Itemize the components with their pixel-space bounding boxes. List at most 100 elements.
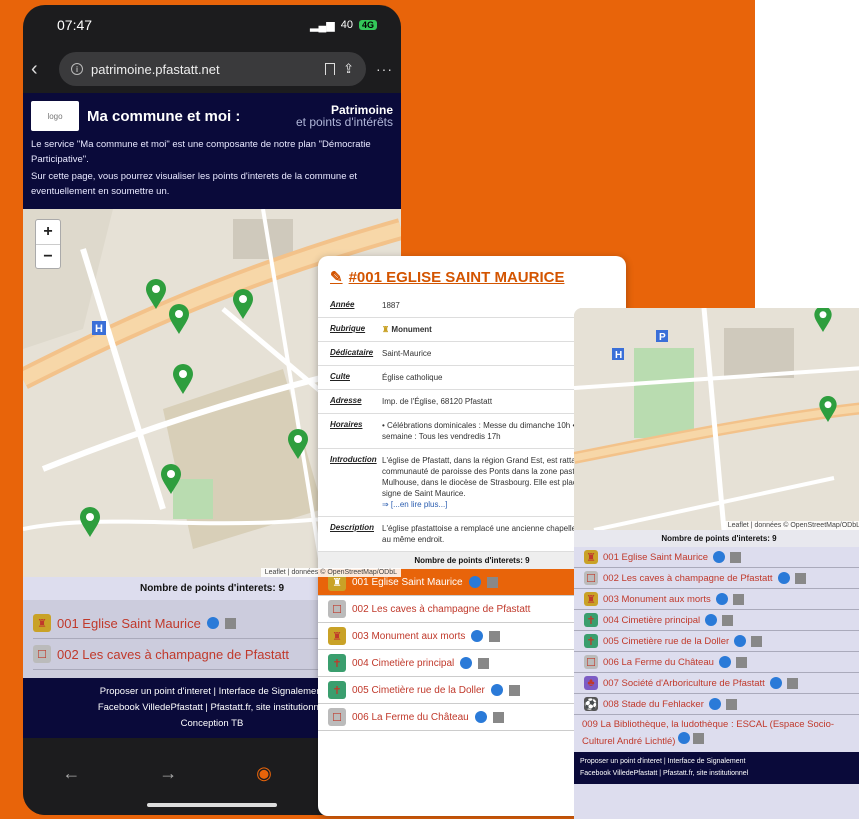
map-attribution[interactable]: Leaflet | données © OpenStreetMap/ODbL [723,521,859,530]
monument-icon: ♜ [33,614,51,632]
site-info-icon[interactable]: i [71,63,83,75]
list-screenshot: P H Leaflet | données © OpenStreetMap/OD… [574,308,859,819]
list-item-label: 001 Eglise Saint Maurice [603,551,709,563]
list-item-label: 004 Cimetière principal [352,657,455,669]
stadium-icon: ⚽ [584,697,598,711]
browser-home-logo-icon[interactable]: ◉ [256,763,272,784]
footer-line-1[interactable]: Proposer un point d'interet | Interface … [580,756,858,768]
tree-icon: ♣ [584,676,598,690]
list-item-label: 009 La Bibliothèque, la ludothèque : ESC… [582,719,835,747]
list-item-label: 004 Cimetière principal [603,614,701,626]
globe-icon[interactable] [468,576,481,588]
cemetery-icon: ✝ [584,634,598,648]
farm-icon: ☐ [328,708,346,726]
document-icon[interactable] [486,576,498,588]
list-item-label: 005 Cimetière rue de la Doller [603,635,730,647]
globe-icon[interactable] [777,572,790,584]
list-item[interactable]: ⚽ 008 Stade du Fehlacker [574,694,859,715]
document-icon[interactable] [692,733,704,744]
document-icon[interactable] [478,657,490,669]
battery-icon: 4G [358,20,377,30]
globe-icon[interactable] [718,656,731,668]
detail-title[interactable]: ✎ #001 EGLISE SAINT MAURICE [318,256,626,294]
globe-icon[interactable] [715,593,728,605]
detail-label: Introduction [330,455,377,464]
back-chevron-icon[interactable]: ‹ [31,58,49,81]
list-item-label: 003 Monument aux morts [603,593,711,605]
map-pin-icon[interactable] [169,304,189,334]
svg-text:H: H [615,350,622,361]
list-item[interactable]: ♜ 001 Eglise Saint Maurice [574,547,859,568]
cemetery-icon: ✝ [584,613,598,627]
map-pin-icon[interactable] [233,289,253,319]
list-item-label: 002 Les caves à champagne de Pfastatt [352,603,531,615]
list-item[interactable]: ♜ 003 Monument aux morts [574,589,859,610]
document-icon[interactable] [224,617,236,629]
nav-back-icon[interactable]: ← [62,763,80,784]
globe-icon[interactable] [769,677,782,689]
nav-forward-icon[interactable]: → [159,763,177,784]
list-item-label: 002 Les caves à champagne de Pfastatt [57,646,289,662]
site-title: Ma commune et moi : [87,107,241,125]
document-icon[interactable] [725,698,737,710]
document-icon[interactable] [722,614,734,626]
zoom-control: + − [35,219,61,269]
document-icon[interactable] [735,656,747,668]
map-attribution[interactable]: Leaflet | données © OpenStreetMap/ODbL [260,568,401,577]
globe-icon[interactable] [206,617,219,629]
document-icon[interactable] [786,677,798,689]
share-icon[interactable]: ⇪ [343,61,354,77]
document-icon[interactable] [751,635,763,647]
list-item[interactable]: ✝ 005 Cimetière rue de la Doller [574,631,859,652]
footer-line-2[interactable]: Facebook VilledePfastatt | Pfastatt.fr, … [580,768,858,780]
address-field[interactable]: i patrimoine.pfastatt.net ⇪ [59,52,366,86]
globe-icon[interactable] [705,614,718,626]
map-view[interactable]: P H Leaflet | données © OpenStreetMap/OD… [574,308,859,530]
map-pin-icon[interactable] [80,507,100,537]
map-pin-icon[interactable] [819,396,837,422]
globe-icon[interactable] [474,711,487,723]
svg-text:H: H [95,323,103,335]
globe-icon[interactable] [460,657,473,669]
map-pin-icon[interactable] [161,464,181,494]
map-pin-icon[interactable] [173,364,193,394]
list-item-label: 006 La Ferme du Château [603,656,714,668]
list-item-label: 002 Les caves à champagne de Pfastatt [603,572,773,584]
list-item-label: 007 Société d'Arboriculture de Pfastatt [603,677,765,689]
home-indicator [147,803,277,807]
list-item-label: 006 La Ferme du Château [352,711,469,723]
document-icon[interactable] [794,572,806,584]
edit-icon[interactable]: ✎ [330,268,343,286]
list-item[interactable]: ☐ 006 La Ferme du Château [574,652,859,673]
document-icon[interactable] [732,593,744,605]
map-pin-icon[interactable] [146,279,166,309]
list-item[interactable]: 009 La Bibliothèque, la ludothèque : ESC… [574,715,859,752]
map-pin-icon[interactable] [814,308,832,332]
globe-icon[interactable] [678,732,691,744]
list-item[interactable]: ♣ 007 Société d'Arboriculture de Pfastatt [574,673,859,694]
zoom-in-button[interactable]: + [36,220,60,244]
document-icon[interactable] [492,711,504,723]
document-icon[interactable] [730,551,742,563]
map-pin-icon[interactable] [288,429,308,459]
zoom-out-button[interactable]: − [36,244,60,268]
document-icon[interactable] [489,630,501,642]
status-bar: 07:47 ▂▄▆ 40 4G [23,5,401,45]
list-item[interactable]: ✝ 004 Cimetière principal [574,610,859,631]
more-options-icon[interactable]: ··· [376,61,393,77]
document-icon[interactable] [508,684,520,696]
bookmark-icon[interactable] [325,63,336,75]
list-item-label: 008 Stade du Fehlacker [603,698,704,710]
globe-icon[interactable] [490,684,503,696]
monument-icon: ♜ [584,592,598,606]
globe-icon[interactable] [708,698,721,710]
list-item[interactable]: ☐ 002 Les caves à champagne de Pfastatt [574,568,859,589]
list-item-label: 003 Monument aux morts [352,630,466,642]
read-more-link[interactable]: ⇒ [...en lire plus...] [382,500,447,509]
globe-icon[interactable] [734,635,747,647]
globe-icon[interactable] [713,551,726,563]
cemetery-icon: ✝ [328,654,346,672]
site-footer: Proposer un point d'interet | Interface … [574,752,859,784]
globe-icon[interactable] [471,630,484,642]
wine-cellar-icon: ☐ [584,571,598,585]
